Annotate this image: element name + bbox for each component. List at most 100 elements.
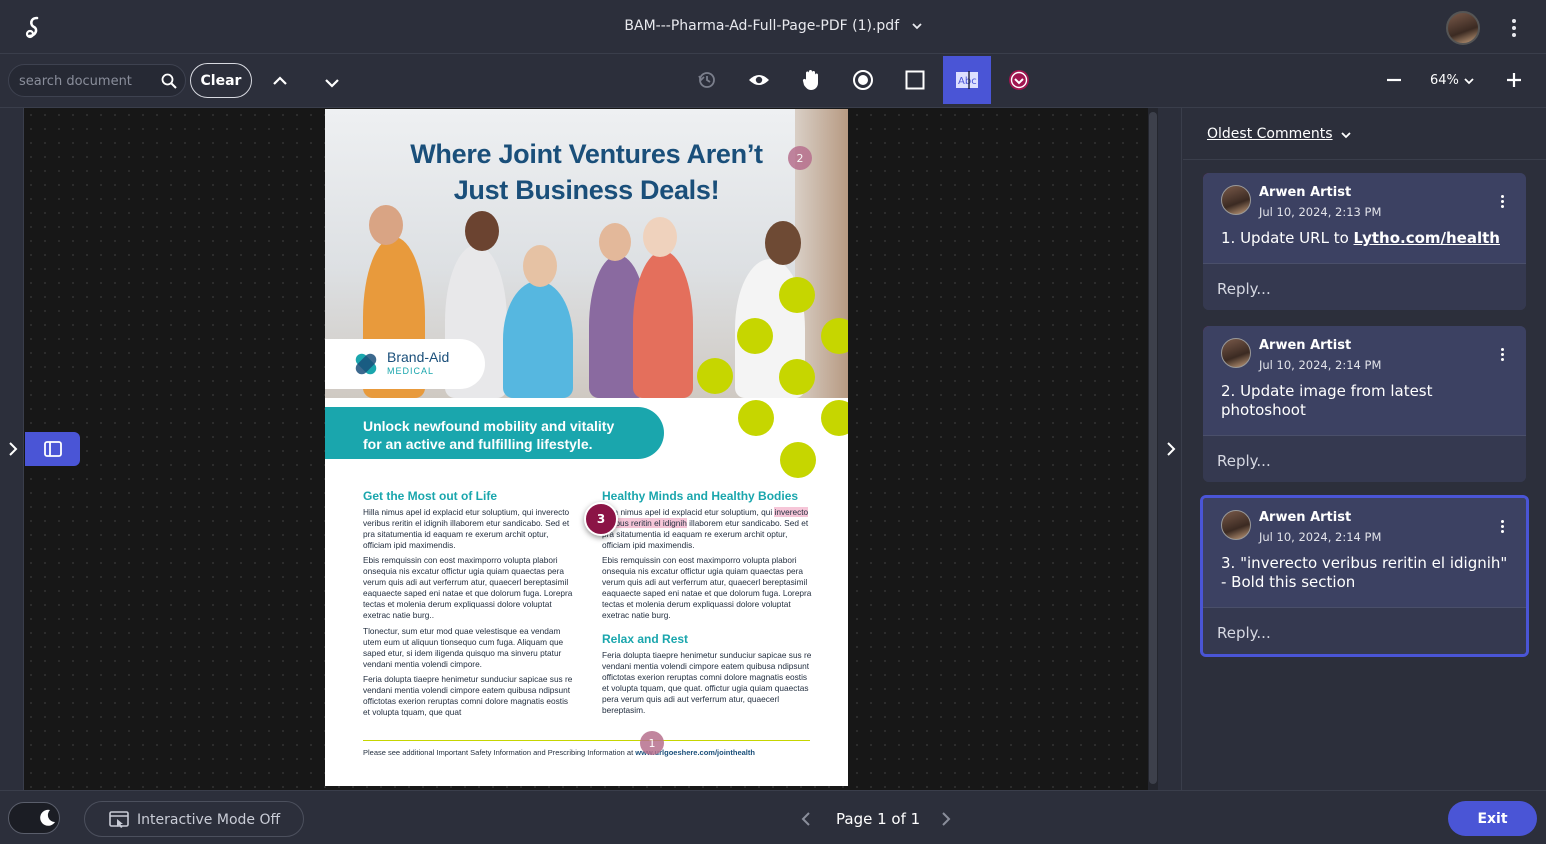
comment-more-icon[interactable]: [1498, 195, 1506, 211]
text-select-icon: Abc: [956, 71, 978, 89]
tagline: Unlock newfound mobility and vitality fo…: [363, 417, 653, 453]
decor-dot: [779, 277, 815, 313]
brand-pill: Brand-Aid MEDICAL: [325, 339, 485, 389]
comment-author: Arwen Artist: [1259, 338, 1352, 353]
file-name: BAM---Pharma-Ad-Full-Page-PDF (1).pdf: [624, 18, 900, 34]
col3-heading: Relax and Rest: [602, 632, 689, 646]
text-select-tool[interactable]: Abc: [943, 56, 991, 104]
avatar: [1221, 185, 1251, 215]
pan-tool[interactable]: [787, 56, 835, 104]
hero-person-head: [599, 223, 631, 261]
history-icon: [698, 72, 715, 88]
scrollbar-thumb[interactable]: [1149, 112, 1157, 784]
comment-date: Jul 10, 2024, 2:14 PM: [1259, 358, 1382, 372]
rectangle-icon: [905, 70, 925, 90]
comment-author: Arwen Artist: [1259, 185, 1352, 200]
interactive-mode-button[interactable]: Interactive Mode Off: [84, 801, 304, 837]
hand-icon: [802, 70, 818, 90]
comment-date: Jul 10, 2024, 2:13 PM: [1259, 205, 1382, 219]
record-tool[interactable]: [839, 56, 887, 104]
reply-field[interactable]: Reply...: [1203, 263, 1526, 310]
zoom-in-icon[interactable]: [1504, 70, 1524, 90]
vertical-scrollbar[interactable]: [1148, 108, 1158, 790]
more-options-icon[interactable]: [1506, 16, 1522, 38]
brand-name: Brand-Aid: [387, 349, 450, 365]
comment-pin[interactable]: 2: [788, 146, 812, 170]
next-page-icon[interactable]: [940, 811, 952, 827]
approve-icon: [1009, 70, 1029, 90]
col3-paragraph: Feria dolupta tiaepre henimetur sunduciu…: [602, 650, 812, 715]
clear-button[interactable]: Clear: [190, 63, 252, 98]
chevron-down-icon[interactable]: [1341, 130, 1351, 140]
col2-heading: Healthy Minds and Healthy Bodies: [602, 489, 799, 503]
hero-person: [633, 251, 693, 398]
exit-button[interactable]: Exit: [1448, 801, 1537, 836]
comment-text: 3. "inverecto veribus reritin el idignih…: [1221, 554, 1508, 591]
comments-sort-row: Oldest Comments: [1183, 108, 1546, 160]
reply-field[interactable]: Reply...: [1203, 435, 1526, 482]
moon-icon: [40, 809, 55, 826]
zoom-level[interactable]: 64%: [1430, 73, 1459, 88]
col2-paragraph: Ebis remquissin con eost maximporro volu…: [602, 555, 812, 620]
comment-body: Arwen Artist Jul 10, 2024, 2:14 PM 3. "i…: [1203, 498, 1526, 607]
comment-more-icon[interactable]: [1498, 520, 1506, 536]
interactive-mode-label: Interactive Mode Off: [137, 812, 281, 828]
search-box: [8, 64, 186, 97]
approve-tool[interactable]: [995, 56, 1043, 104]
bottom-bar: Interactive Mode Off Page 1 of 1 Exit: [0, 790, 1546, 844]
record-icon: [853, 70, 873, 90]
decor-dot: [737, 318, 773, 354]
footer-note: Please see additional Important Safety I…: [363, 748, 636, 757]
hero-person: [503, 281, 573, 398]
comment-pin[interactable]: 1: [640, 731, 664, 755]
rectangle-tool[interactable]: [891, 56, 939, 104]
interactive-mode-icon: [109, 811, 129, 828]
view-tool[interactable]: [735, 56, 783, 104]
hero-person-head: [523, 245, 557, 287]
comment-body: Arwen Artist Jul 10, 2024, 2:14 PM 2. Up…: [1203, 326, 1526, 435]
document-page[interactable]: Where Joint Ventures Aren’t Just Busines…: [325, 109, 848, 786]
hero-person-head: [465, 211, 499, 251]
eye-icon: [749, 75, 769, 85]
col2-text: Hilla nimus apel id explacid etur solupt…: [602, 507, 775, 517]
reply-field[interactable]: Reply...: [1203, 607, 1526, 654]
tagline-line2: for an active and fulfilling lifestyle.: [363, 436, 593, 452]
sort-dropdown[interactable]: Oldest Comments: [1207, 126, 1333, 142]
comment-more-icon[interactable]: [1498, 348, 1506, 364]
comment-pin-active[interactable]: 3: [584, 502, 618, 536]
comment-body: Arwen Artist Jul 10, 2024, 2:13 PM 1. Up…: [1203, 173, 1526, 263]
zoom-chevron-down-icon[interactable]: [1464, 76, 1474, 86]
dark-mode-toggle[interactable]: [8, 802, 60, 834]
previous-page-icon[interactable]: [800, 811, 812, 827]
avatar: [1221, 338, 1251, 368]
sidebar-icon: [43, 441, 62, 457]
search-input[interactable]: [19, 71, 159, 91]
history-tool[interactable]: [683, 56, 731, 104]
comment-card[interactable]: Arwen Artist Jul 10, 2024, 2:14 PM 2. Up…: [1203, 326, 1526, 482]
comment-link[interactable]: Lytho.com/health: [1354, 229, 1500, 247]
footer-divider: [363, 740, 810, 741]
col2-paragraph: Hilla nimus apel id explacid etur solupt…: [602, 507, 812, 551]
page-indicator: Page 1 of 1: [836, 810, 921, 828]
file-title[interactable]: BAM---Pharma-Ad-Full-Page-PDF (1).pdf: [0, 18, 1546, 34]
decor-dot: [779, 359, 815, 395]
expand-left-icon[interactable]: [6, 440, 20, 458]
thumbnail-panel-toggle[interactable]: [25, 432, 80, 466]
next-result-icon[interactable]: [322, 74, 342, 92]
col1-paragraph: Tlonectur, sum etur mod quae velestisque…: [363, 626, 564, 669]
user-avatar[interactable]: [1446, 11, 1480, 45]
chevron-down-icon: [911, 23, 922, 30]
search-icon[interactable]: [161, 73, 177, 89]
comment-card[interactable]: Arwen Artist Jul 10, 2024, 2:13 PM 1. Up…: [1203, 173, 1526, 310]
comment-text: 2. Update image from latest photoshoot: [1221, 382, 1433, 419]
ad-title-line2: Just Business Deals!: [453, 175, 720, 205]
comment-card-selected[interactable]: Arwen Artist Jul 10, 2024, 2:14 PM 3. "i…: [1200, 495, 1529, 657]
collapse-comments-icon[interactable]: [1164, 440, 1178, 458]
previous-result-icon[interactable]: [270, 72, 290, 90]
brand-subtitle: MEDICAL: [387, 366, 435, 376]
comment-text-prefix: 1. Update URL to: [1221, 229, 1354, 247]
comment-text: 1. Update URL to Lytho.com/health: [1221, 229, 1510, 248]
zoom-out-icon[interactable]: [1384, 70, 1404, 90]
hero-person-head: [643, 217, 677, 257]
ad-title-line1: Where Joint Ventures Aren’t: [410, 139, 763, 169]
